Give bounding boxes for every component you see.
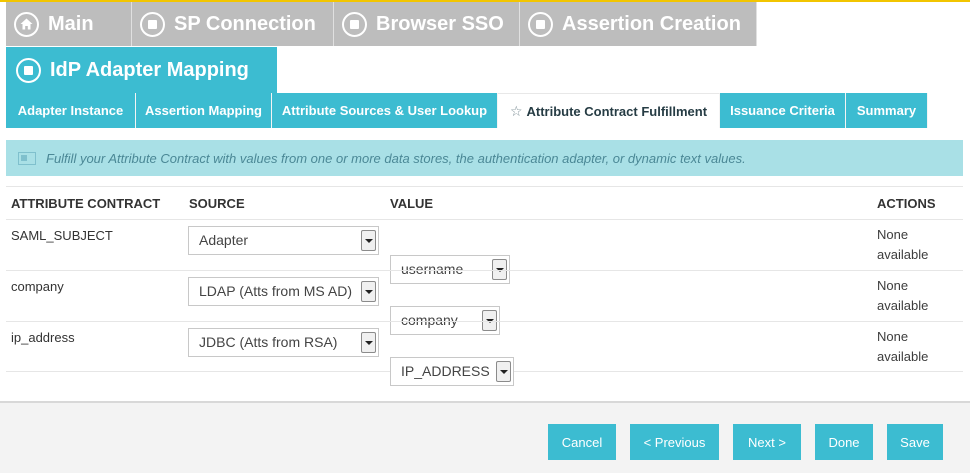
nav-tab-label: Browser SSO [376, 12, 504, 35]
info-message: Fulfill your Attribute Contract with val… [6, 140, 963, 176]
stop-circle-icon [140, 11, 165, 37]
header-attribute-contract: ATTRIBUTE CONTRACT [11, 196, 161, 211]
nav-tab-label: Main [48, 12, 94, 35]
actions-line: None [877, 329, 909, 344]
stop-circle-icon [342, 11, 367, 37]
value-select[interactable]: IP_ADDRESS [390, 357, 514, 386]
tab-assertion-mapping[interactable]: Assertion Mapping [136, 93, 272, 128]
actions-line: None [877, 278, 909, 293]
attribute-name: SAML_SUBJECT [11, 228, 113, 243]
tab-attribute-sources[interactable]: Attribute Sources & User Lookup [272, 93, 498, 128]
attribute-name: ip_address [11, 330, 75, 345]
tab-label: Summary [856, 103, 917, 118]
source-select-value: LDAP (Atts from MS AD) [199, 283, 352, 299]
subtab-label: IdP Adapter Mapping [50, 58, 249, 81]
tab-label: Adapter Instance [17, 103, 124, 118]
attribute-name: company [11, 279, 64, 294]
header-value: VALUE [390, 196, 434, 211]
source-select[interactable]: JDBC (Atts from RSA) [188, 328, 379, 357]
actions-text: None available [877, 276, 928, 316]
table-row: ip_address JDBC (Atts from RSA) IP_ADDRE… [6, 321, 963, 386]
dropdown-arrow-icon [361, 281, 376, 302]
dropdown-arrow-icon [496, 361, 511, 382]
actions-line: None [877, 227, 909, 242]
cancel-button[interactable]: Cancel [548, 424, 616, 460]
star-icon: ☆ [509, 102, 523, 119]
info-window-icon [18, 151, 36, 165]
actions-line: available [877, 349, 929, 364]
save-button[interactable]: Save [887, 424, 943, 460]
nav-tab-assertion-creation[interactable]: Assertion Creation [520, 2, 757, 46]
main-nav: Main SP Connection Browser SSO Assertion… [6, 2, 757, 46]
table-row: company LDAP (Atts from MS AD) company N… [6, 270, 963, 335]
table-row: SAML_SUBJECT Adapter username None avail… [6, 219, 963, 284]
home-icon [14, 11, 39, 37]
header-source: SOURCE [189, 196, 245, 211]
tab-label: Attribute Sources & User Lookup [281, 103, 488, 118]
tab-issuance-criteria[interactable]: Issuance Criteria [720, 93, 846, 128]
nav-tab-label: SP Connection [174, 12, 316, 35]
tab-summary[interactable]: Summary [846, 93, 928, 128]
actions-text: None available [877, 225, 928, 265]
stop-circle-icon [528, 11, 553, 37]
subtab-idp-adapter-mapping[interactable]: IdP Adapter Mapping [6, 47, 277, 93]
nav-tab-sp-connection[interactable]: SP Connection [132, 2, 334, 46]
nav-tab-browser-sso[interactable]: Browser SSO [334, 2, 520, 46]
done-button[interactable]: Done [815, 424, 873, 460]
source-select[interactable]: LDAP (Atts from MS AD) [188, 277, 379, 306]
previous-button[interactable]: < Previous [630, 424, 719, 460]
page-tabs: Adapter Instance Assertion Mapping Attri… [6, 93, 928, 128]
dropdown-arrow-icon [361, 230, 376, 251]
tab-label: Assertion Mapping [144, 103, 262, 118]
actions-line: available [877, 298, 929, 313]
table-header: ATTRIBUTE CONTRACT SOURCE VALUE ACTIONS [6, 186, 963, 219]
actions-line: available [877, 247, 929, 262]
info-text: Fulfill your Attribute Contract with val… [46, 150, 746, 166]
nav-tab-label: Assertion Creation [562, 12, 741, 35]
tab-attribute-contract-fulfillment[interactable]: ☆ Attribute Contract Fulfillment [498, 93, 720, 128]
stop-circle-icon [16, 57, 41, 83]
nav-tab-main[interactable]: Main [6, 2, 132, 46]
tab-label: Attribute Contract Fulfillment [526, 103, 708, 119]
dropdown-arrow-icon [361, 332, 376, 353]
tab-label: Issuance Criteria [730, 103, 835, 118]
actions-text: None available [877, 327, 928, 367]
source-select[interactable]: Adapter [188, 226, 379, 255]
attribute-table: ATTRIBUTE CONTRACT SOURCE VALUE ACTIONS … [6, 186, 963, 386]
footer-bar: Cancel < Previous Next > Done Save [0, 401, 970, 473]
value-select-value: IP_ADDRESS [401, 363, 490, 379]
header-actions: ACTIONS [877, 196, 936, 211]
source-select-value: JDBC (Atts from RSA) [199, 334, 338, 350]
next-button[interactable]: Next > [733, 424, 801, 460]
source-select-value: Adapter [199, 232, 249, 248]
tab-adapter-instance[interactable]: Adapter Instance [6, 93, 136, 128]
